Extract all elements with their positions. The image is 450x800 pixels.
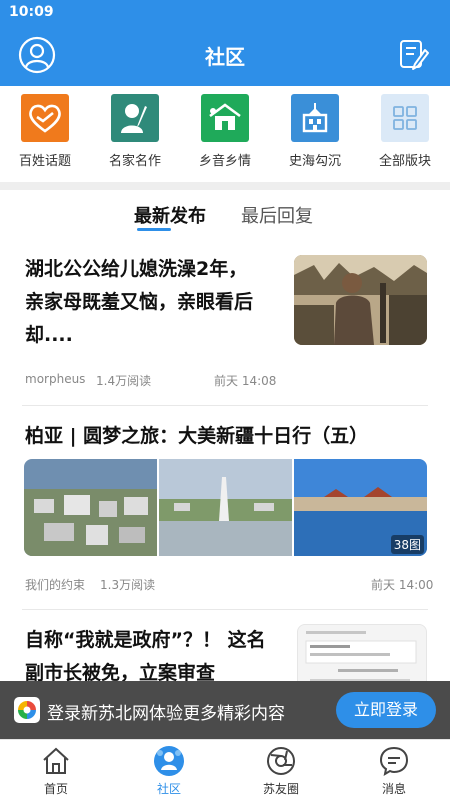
- nav-label: 消息: [381, 782, 406, 796]
- page-title: 社区: [205, 45, 245, 69]
- post-title: 自称“我就是政府”？！ 这名 副市长被免，立案审查: [25, 629, 266, 681]
- status-time: 10:09: [9, 4, 54, 20]
- nav-item-community[interactable]: 社区: [124, 744, 214, 797]
- post-item[interactable]: 湖北公公给儿媳洗澡2年， 亲家母既羞又恼，亲眼看后 却.... morpheus…: [0, 240, 450, 406]
- message-icon: [379, 746, 409, 777]
- heart-icon: [21, 94, 69, 142]
- nav-item-messages[interactable]: 消息: [349, 744, 439, 797]
- active-tab-indicator: [137, 228, 171, 231]
- post-thumbnail: [297, 624, 427, 681]
- grid-icon: [381, 94, 429, 142]
- feed-tabs: 最新发布 最后回复: [0, 190, 450, 240]
- nav-item-home[interactable]: 首页: [11, 744, 101, 797]
- post-title: 柏亚 | 圆梦之旅：大美新疆十日行（五）: [25, 425, 369, 447]
- nav-label: 社区: [156, 782, 181, 796]
- category-label: 全部版块: [378, 154, 431, 169]
- post-author: 我们的约束: [25, 578, 86, 592]
- post-item[interactable]: 自称“我就是政府”？！ 这名 副市长被免，立案审查: [0, 610, 450, 681]
- category-item-history[interactable]: 史海勾沉: [270, 94, 360, 169]
- writer-icon: [111, 94, 159, 142]
- nav-label: 苏友圈: [262, 782, 299, 796]
- category-label: 乡音乡情: [198, 154, 251, 169]
- post-views: 1.4万阅读: [96, 374, 152, 388]
- category-item-topics[interactable]: 百姓话题: [0, 94, 90, 169]
- post-time: 前天 14:08: [214, 374, 277, 388]
- image-count-badge: 38图: [390, 535, 424, 554]
- post-image-strip: 38图: [24, 459, 427, 556]
- post-item[interactable]: 柏亚 | 圆梦之旅：大美新疆十日行（五） 38图 我们的约束 1.3万阅读 前天…: [0, 406, 450, 610]
- community-icon: [154, 746, 184, 776]
- post-views: 1.3万阅读: [100, 578, 156, 592]
- nav-label: 首页: [43, 782, 68, 796]
- login-prompt-text: 登录新苏北网体验更多精彩内容: [47, 704, 285, 724]
- home-icon: [43, 747, 69, 774]
- circle-icon: [267, 747, 295, 775]
- category-label: 名家名作: [108, 154, 161, 169]
- bottom-nav: 首页 社区 苏友圈 消息: [0, 739, 450, 800]
- nav-item-circle[interactable]: 苏友圈: [236, 744, 326, 797]
- post-title: 湖北公公给儿媳洗澡2年， 亲家母既羞又恼，亲眼看后 却....: [25, 258, 254, 346]
- login-banner: 登录新苏北网体验更多精彩内容 立即登录: [0, 681, 450, 739]
- category-grid: 百姓话题 名家名作 乡音乡情 史海勾沉 全部版块: [0, 86, 450, 182]
- post-author: morpheus: [25, 372, 86, 386]
- app-logo-icon: [14, 697, 40, 723]
- tab-latest[interactable]: 最新发布: [134, 202, 206, 228]
- post-time: 前天 14:00: [371, 578, 434, 592]
- section-divider: [0, 182, 450, 190]
- building-icon: [291, 94, 339, 142]
- house-icon: [201, 94, 249, 142]
- tab-last-reply[interactable]: 最后回复: [241, 202, 313, 228]
- post-thumbnail: [294, 255, 427, 345]
- edit-icon: [400, 40, 429, 70]
- category-label: 史海勾沉: [288, 154, 341, 169]
- login-button[interactable]: 立即登录: [336, 692, 436, 728]
- compose-button[interactable]: [394, 35, 434, 75]
- category-item-hometown[interactable]: 乡音乡情: [180, 94, 270, 169]
- category-item-writers[interactable]: 名家名作: [90, 94, 180, 169]
- category-label: 百姓话题: [18, 154, 71, 169]
- status-bar: 10:09: [0, 0, 450, 24]
- category-item-all[interactable]: 全部版块: [360, 94, 450, 169]
- app-header: 社区: [0, 24, 450, 86]
